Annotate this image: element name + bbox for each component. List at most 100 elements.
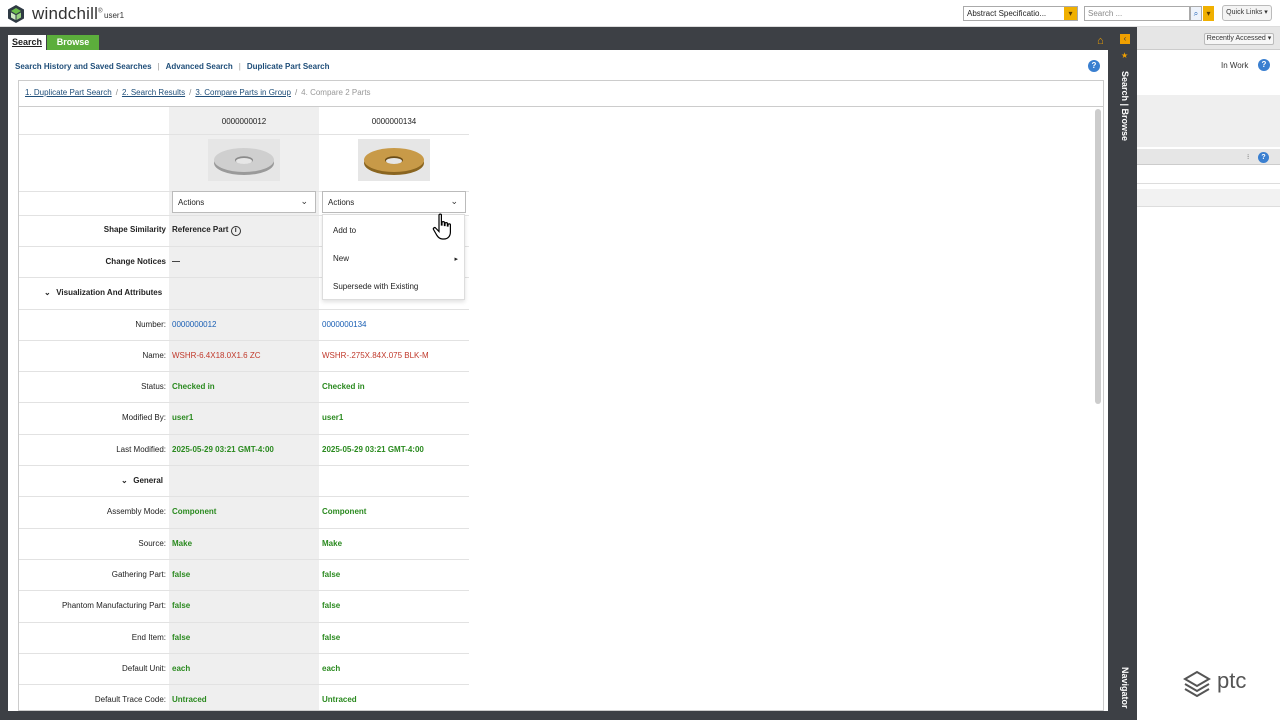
navigator-strip: ‹ ★ Search | Browse Navigator [1116,27,1137,720]
compare-table: 0000000012 0000000134 Actions ⌄ Actions … [18,106,1104,711]
part2-end-item: false [322,633,341,642]
submenu-arrow-icon: ▸ [454,256,458,263]
main-panel: Search History and Saved Searches | Advanc… [8,50,1108,711]
part2-last-modified: 2025-05-29 03:21 GMT-4:00 [322,445,424,454]
navigator-tab[interactable]: Navigator [1120,667,1130,709]
chevron-down-icon[interactable]: ▾ [1064,7,1077,20]
vertical-scrollbar[interactable] [1095,109,1101,404]
part1-gathering-part: false [172,570,191,579]
tab-browse[interactable]: Browse [47,35,99,50]
source-label: Source: [138,539,166,548]
part1-phantom: false [172,601,191,610]
part2-actions-select[interactable]: Actions ⌄ [322,191,466,213]
part1-actions-select[interactable]: Actions ⌄ [172,191,316,213]
shape-similarity-value: Reference Part i [172,225,241,236]
part1-default-unit: each [172,664,191,673]
part2-status: Checked in [322,382,365,391]
section-general[interactable]: ⌄ General [121,476,163,485]
status-label: Status: [141,382,166,391]
change-notices-value: — [172,257,180,266]
username[interactable]: user1 [104,11,124,20]
star-icon[interactable]: ★ [1121,51,1128,60]
part1-thumbnail[interactable] [208,139,280,181]
context-select[interactable]: Abstract Specificatio... ▾ [963,6,1078,21]
part1-assembly-mode: Component [172,507,217,516]
right-panel-header: Recently Accessed ▾ [1137,27,1280,50]
shape-similarity-label: Shape Similarity [103,225,166,234]
search-input[interactable]: Search ... [1084,6,1190,21]
part2-default-unit: each [322,664,341,673]
part2-number-link[interactable]: 0000000134 [322,320,367,329]
context-select-value: Abstract Specificatio... [967,9,1047,18]
phantom-part-label: Phantom Manufacturing Part: [61,601,166,610]
breadcrumb: 1. Duplicate Part Search/2. Search Resul… [18,80,1104,106]
chevron-down-icon: ⌄ [450,196,458,206]
part2-gathering-part: false [322,570,341,579]
part2-thumbnail[interactable] [358,139,430,181]
link-search-history[interactable]: Search History and Saved Searches [15,62,152,71]
part1-last-modified: 2025-05-29 03:21 GMT-4:00 [172,445,274,454]
brand-name: windchill® [32,4,103,23]
part2-assembly-mode: Component [322,507,367,516]
search-links: Search History and Saved Searches | Advanc… [15,62,330,71]
breadcrumb-step-4: 4. Compare 2 Parts [301,88,371,97]
part1-end-item: false [172,633,191,642]
right-panel-row [1137,189,1280,207]
help-icon[interactable]: ? [1258,152,1269,163]
part2-header: 0000000134 [371,117,417,126]
ptc-logo-text: ptc [1217,668,1247,693]
part1-header: 0000000012 [221,117,267,126]
washer-image-icon [364,148,424,175]
part2-name: WSHR-.275X.84X.075 BLK-M [322,351,429,360]
menu-item-new[interactable]: New [333,254,349,263]
part1-number-link[interactable]: 0000000012 [172,320,217,329]
part2-source: Make [322,539,343,548]
part2-modified-by: user1 [322,413,344,422]
number-label: Number: [135,320,166,329]
menu-item-supersede[interactable]: Supersede with Existing [333,282,418,291]
right-panel-section [1137,95,1280,147]
home-icon[interactable]: ⌂ [1097,35,1104,47]
change-notices-label: Change Notices [105,257,166,266]
name-label: Name: [142,351,166,360]
part1-trace-code: Untraced [172,695,207,704]
washer-image-icon [214,148,274,175]
recently-accessed-button[interactable]: Recently Accessed ▾ [1204,33,1274,45]
in-work-label: In Work [1221,61,1249,70]
gathering-part-label: Gathering Part: [111,570,166,579]
section-visualization-attributes[interactable]: ⌄ Visualization And Attributes [44,288,162,297]
right-panel: Recently Accessed ▾ In Work ? ⁝ ? ptc [1137,27,1280,720]
assembly-mode-label: Assembly Mode: [106,507,166,516]
chevron-down-icon: ⌄ [44,288,51,297]
part1-status: Checked in [172,382,215,391]
more-options-icon[interactable]: ⁝ [1247,153,1249,161]
search-browse-tab[interactable]: Search | Browse [1120,71,1130,141]
help-icon[interactable]: ? [1258,59,1270,71]
breadcrumb-step-2[interactable]: 2. Search Results [122,88,185,97]
info-icon[interactable]: i [230,226,241,236]
end-item-label: End Item: [131,633,166,642]
tab-search[interactable]: Search [8,35,46,50]
part1-source: Make [172,539,193,548]
windchill-logo-icon [8,5,24,23]
last-modified-label: Last Modified: [116,445,166,454]
breadcrumb-step-3[interactable]: 3. Compare Parts in Group [195,88,291,97]
windchill-app: windchill® user1 Abstract Specificatio..… [0,0,1280,720]
part2-trace-code: Untraced [322,695,357,704]
modified-by-label: Modified By: [121,413,166,422]
hand-cursor-icon [432,213,451,240]
quick-links-button[interactable]: Quick Links ▾ [1222,5,1272,21]
part1-modified-by: user1 [172,413,194,422]
breadcrumb-step-1[interactable]: 1. Duplicate Part Search [25,88,112,97]
collapse-icon[interactable]: ‹ [1120,34,1130,44]
part2-phantom: false [322,601,341,610]
link-advanced-search[interactable]: Advanced Search [166,62,233,71]
link-duplicate-part-search[interactable]: Duplicate Part Search [247,62,330,71]
search-icon[interactable]: ⌕ [1190,6,1202,21]
right-panel-row [1137,172,1280,184]
top-bar: windchill® user1 Abstract Specificatio..… [0,0,1280,27]
menu-item-add-to[interactable]: Add to [333,226,356,235]
chevron-down-icon: ⌄ [300,196,308,206]
search-options-chevron-icon[interactable]: ▾ [1203,6,1214,21]
help-icon[interactable]: ? [1088,60,1100,72]
